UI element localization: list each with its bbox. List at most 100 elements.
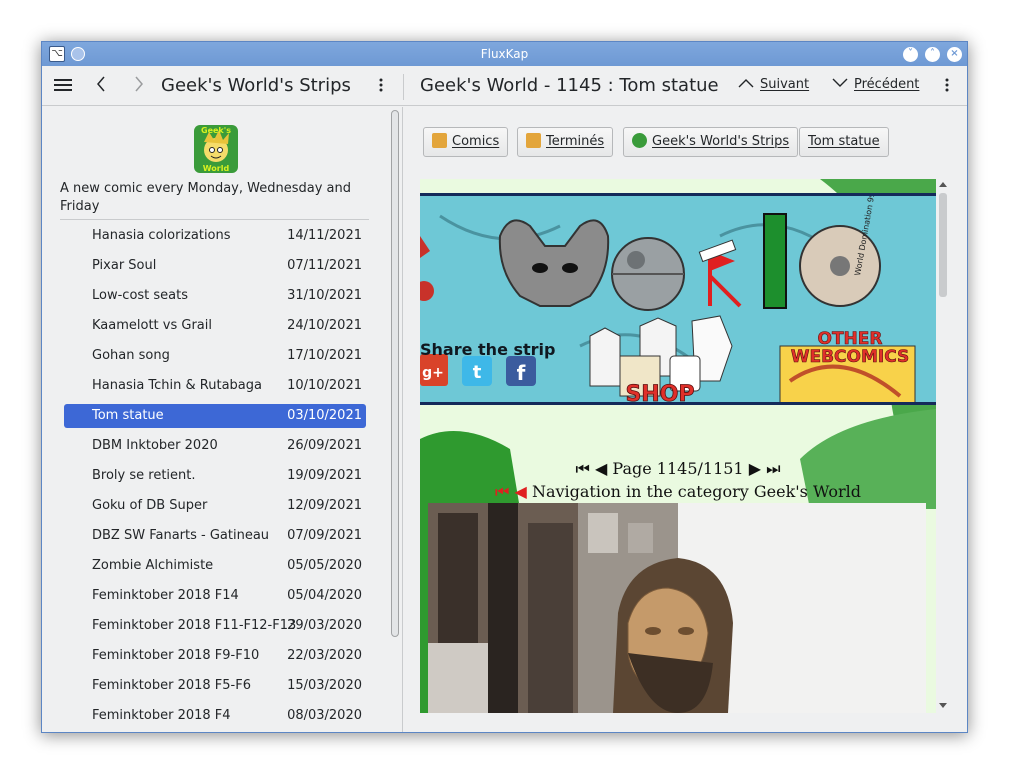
minimize-button[interactable]: ˅	[903, 47, 918, 62]
list-item[interactable]: Tom statue 03/10/2021	[64, 404, 366, 428]
back-button[interactable]	[92, 74, 110, 100]
next-button[interactable]: Suivant	[738, 76, 809, 92]
close-button[interactable]: ×	[947, 47, 962, 62]
list-item-date: 05/04/2020	[287, 588, 362, 603]
scrollbar-thumb[interactable]	[391, 110, 399, 637]
list-item-date: 17/10/2021	[287, 348, 362, 363]
list-item-date: 12/09/2021	[287, 498, 362, 513]
list-item-date: 31/10/2021	[287, 288, 362, 303]
share-label: Share the strip	[420, 340, 556, 359]
maximize-button[interactable]: ˄	[925, 47, 940, 62]
banner-art: World Domination 99 g+ t f SHOP OTHER WE…	[420, 192, 916, 417]
article-title: Geek's World - 1145 : Tom statue	[420, 75, 719, 96]
list-item[interactable]: Gohan song 17/10/2021	[64, 341, 366, 371]
page-navigation: ⏮ ◀ Page 1145/1151 ▶ ⏭	[420, 459, 936, 479]
right-overflow-menu-icon[interactable]	[940, 74, 954, 100]
breadcrumb-comics[interactable]: Comics	[423, 127, 509, 157]
list-item-date: 19/09/2021	[287, 468, 362, 483]
content-pane: Comics Terminés Geek's World's Strips To…	[404, 107, 967, 732]
hamburger-menu-icon[interactable]	[52, 74, 74, 100]
feed-title: Geek's World's Strips	[161, 75, 351, 96]
list-item-label: Hanasia colorizations	[92, 228, 231, 243]
rss-folder-icon	[432, 133, 447, 148]
next-page-icon[interactable]: ▶	[749, 459, 761, 478]
main-toolbar: Geek's World's Strips Geek's World - 114…	[42, 66, 967, 106]
logo-text-top: Geek's	[201, 126, 231, 135]
category-nav-text: Navigation in the category Geek's World	[531, 482, 861, 501]
breadcrumb-article[interactable]: Tom statue	[799, 127, 889, 157]
list-item-date: 14/11/2021	[287, 228, 362, 243]
axe-icon	[698, 239, 742, 308]
list-item-date: 29/03/2020	[287, 618, 362, 633]
svg-text:g+: g+	[422, 365, 444, 381]
left-overflow-menu-icon[interactable]	[374, 74, 388, 100]
list-item-label: Broly se retient.	[92, 468, 196, 483]
first-page-icon[interactable]: ⏮	[575, 459, 589, 478]
list-item[interactable]: Kaamelott vs Grail 24/10/2021	[64, 311, 366, 341]
list-item[interactable]: Feminktober 2018 F5-F6 15/03/2020	[64, 671, 366, 701]
list-item-date: 22/03/2020	[287, 648, 362, 663]
list-item[interactable]: Goku of DB Super 12/09/2021	[64, 491, 366, 521]
previous-button[interactable]: Précédent	[832, 76, 919, 92]
list-item-label: Feminktober 2018 F4	[92, 708, 231, 723]
last-page-icon[interactable]: ⏭	[766, 459, 780, 478]
list-item[interactable]: DBZ SW Fanarts - Gatineau 07/09/2021	[64, 521, 366, 551]
list-item-label: Zombie Alchimiste	[92, 558, 214, 573]
other-webcomics-line1: OTHER	[818, 329, 883, 349]
list-item[interactable]: Feminktober 2018 F11-F12-F13 29/03/2020	[64, 611, 366, 641]
list-item[interactable]: Feminktober 2018 F4 08/03/2020	[64, 701, 366, 731]
list-item-date: 10/10/2021	[287, 378, 362, 393]
sidebar: Geek's World A new comic every Monday, W…	[42, 107, 403, 732]
window-title: FluxKap	[480, 47, 529, 61]
previous-page-icon[interactable]: ◀	[595, 459, 607, 478]
rss-folder-icon	[526, 133, 541, 148]
logo-text-bottom: World	[203, 164, 230, 173]
list-item-label: Feminktober 2018 F11-F12-F13	[92, 618, 297, 633]
webview-scrollbar[interactable]	[936, 179, 950, 713]
list-item-label: Gohan song	[92, 348, 170, 363]
scrollbar-thumb	[939, 193, 947, 297]
chevron-down-icon	[832, 76, 848, 92]
sidebar-scrollbar[interactable]	[388, 107, 400, 732]
web-view[interactable]: World Domination 99 g+ t f SHOP OTHER WE…	[420, 179, 936, 713]
other-webcomics-line2: WEBCOMICS	[791, 347, 910, 367]
list-item-label: Kaamelott vs Grail	[92, 318, 212, 333]
list-item[interactable]: Broly se retient. 19/09/2021	[64, 461, 366, 491]
next-label: Suivant	[760, 77, 810, 92]
svg-text:t: t	[473, 362, 482, 383]
shop-label: SHOP	[625, 382, 694, 402]
list-item-date: 07/09/2021	[287, 528, 362, 543]
title-bar[interactable]: ⌥ FluxKap ˅ ˄ ×	[42, 42, 967, 66]
divider	[60, 219, 369, 220]
list-item[interactable]: Feminktober 2018 F9-F10 22/03/2020	[64, 641, 366, 671]
list-item-label: Tom statue	[92, 408, 164, 423]
svg-text:f: f	[517, 361, 526, 385]
list-item[interactable]: Pixar Soul 07/11/2021	[64, 251, 366, 281]
breadcrumb-feed[interactable]: Geek's World's Strips	[623, 127, 799, 157]
list-item-label: Feminktober 2018 F14	[92, 588, 239, 603]
list-item[interactable]: Low-cost seats 31/10/2021	[64, 281, 366, 311]
previous-label: Précédent	[854, 77, 920, 92]
comic-photo	[428, 503, 926, 713]
app-window: ⌥ FluxKap ˅ ˄ × Geek's World's Strips Ge…	[41, 41, 968, 733]
list-item[interactable]: Hanasia colorizations 14/11/2021	[64, 221, 366, 251]
page-counter: Page 1145/1151	[612, 459, 744, 478]
category-previous-icon[interactable]: ◀	[515, 482, 527, 501]
helmet-icon	[498, 219, 610, 307]
list-item-label: Goku of DB Super	[92, 498, 208, 513]
article-list: Hanasia colorizations 14/11/2021 Pixar Sou…	[64, 221, 366, 731]
list-item-label: Pixar Soul	[92, 258, 157, 273]
forward-button[interactable]	[130, 74, 148, 100]
list-item-date: 03/10/2021	[287, 408, 362, 423]
breadcrumb-termines[interactable]: Terminés	[517, 127, 614, 157]
feed-icon	[632, 133, 647, 148]
site-banner: World Domination 99 g+ t f SHOP OTHER WE…	[420, 192, 936, 417]
category-first-icon[interactable]: ⏮	[495, 482, 509, 501]
list-item[interactable]: Zombie Alchimiste 05/05/2020	[64, 551, 366, 581]
category-navigation: ⏮ ◀ Navigation in the category Geek's Wo…	[420, 482, 936, 502]
list-item[interactable]: Hanasia Tchin & Rutabaga 10/10/2021	[64, 371, 366, 401]
toolbar-separator	[403, 74, 404, 100]
list-item[interactable]: Feminktober 2018 F14 05/04/2020	[64, 581, 366, 611]
green-block-icon	[763, 213, 787, 309]
list-item[interactable]: DBM Inktober 2020 26/09/2021	[64, 431, 366, 461]
